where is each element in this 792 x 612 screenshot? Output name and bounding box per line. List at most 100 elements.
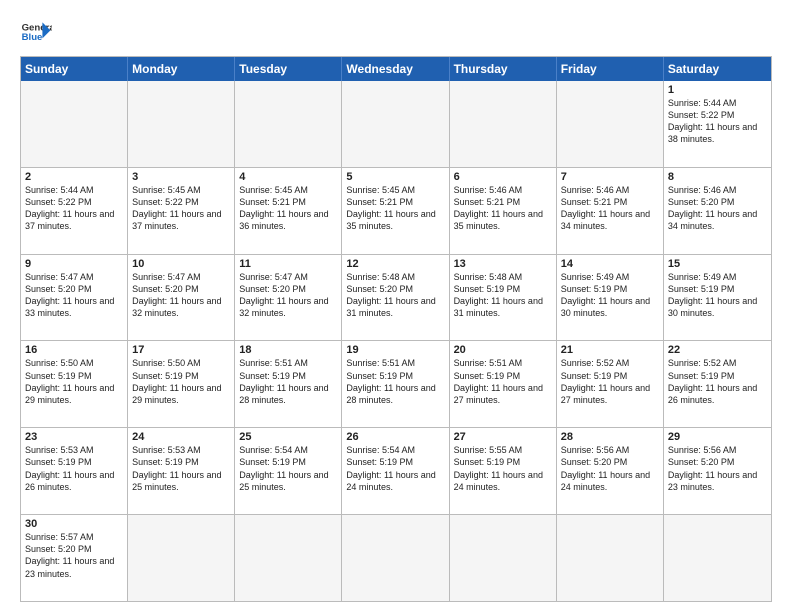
calendar-cell-day-19: 19Sunrise: 5:51 AM Sunset: 5:19 PM Dayli… xyxy=(342,341,449,427)
calendar-cell-day-9: 9Sunrise: 5:47 AM Sunset: 5:20 PM Daylig… xyxy=(21,255,128,341)
cell-info: Sunrise: 5:54 AM Sunset: 5:19 PM Dayligh… xyxy=(239,444,337,493)
calendar-cell-day-1: 1Sunrise: 5:44 AM Sunset: 5:22 PM Daylig… xyxy=(664,81,771,167)
weekday-header-sunday: Sunday xyxy=(21,57,128,81)
day-number: 23 xyxy=(25,431,123,443)
calendar-cell-day-3: 3Sunrise: 5:45 AM Sunset: 5:22 PM Daylig… xyxy=(128,168,235,254)
day-number: 6 xyxy=(454,171,552,183)
day-number: 13 xyxy=(454,258,552,270)
page: General Blue SundayMondayTuesdayWednesda… xyxy=(0,0,792,612)
day-number: 19 xyxy=(346,344,444,356)
day-number: 28 xyxy=(561,431,659,443)
calendar-cell-empty xyxy=(342,81,449,167)
header: General Blue xyxy=(20,16,772,48)
calendar-cell-day-12: 12Sunrise: 5:48 AM Sunset: 5:20 PM Dayli… xyxy=(342,255,449,341)
calendar-cell-empty xyxy=(557,515,664,601)
cell-info: Sunrise: 5:51 AM Sunset: 5:19 PM Dayligh… xyxy=(239,357,337,406)
cell-info: Sunrise: 5:48 AM Sunset: 5:19 PM Dayligh… xyxy=(454,271,552,320)
cell-info: Sunrise: 5:54 AM Sunset: 5:19 PM Dayligh… xyxy=(346,444,444,493)
calendar-cell-day-17: 17Sunrise: 5:50 AM Sunset: 5:19 PM Dayli… xyxy=(128,341,235,427)
calendar-cell-day-29: 29Sunrise: 5:56 AM Sunset: 5:20 PM Dayli… xyxy=(664,428,771,514)
cell-info: Sunrise: 5:49 AM Sunset: 5:19 PM Dayligh… xyxy=(561,271,659,320)
weekday-header-wednesday: Wednesday xyxy=(342,57,449,81)
day-number: 20 xyxy=(454,344,552,356)
calendar-row-3: 16 Sunrise: 5:50 AM Sunset: 5:19 PM Dayli… xyxy=(21,340,771,427)
calendar-cell-day-7: 7Sunrise: 5:46 AM Sunset: 5:21 PM Daylig… xyxy=(557,168,664,254)
weekday-header-thursday: Thursday xyxy=(450,57,557,81)
calendar-cell-day-16: 16Sunrise: 5:50 AM Sunset: 5:19 PM Dayli… xyxy=(21,341,128,427)
cell-info: Sunrise: 5:55 AM Sunset: 5:19 PM Dayligh… xyxy=(454,444,552,493)
calendar-header: SundayMondayTuesdayWednesdayThursdayFrid… xyxy=(21,57,771,81)
cell-info: Sunrise: 5:46 AM Sunset: 5:20 PM Dayligh… xyxy=(668,184,767,233)
day-number: 17 xyxy=(132,344,230,356)
day-number: 18 xyxy=(239,344,337,356)
calendar-cell-day-20: 20Sunrise: 5:51 AM Sunset: 5:19 PM Dayli… xyxy=(450,341,557,427)
calendar-row-4: 23Sunrise: 5:53 AM Sunset: 5:19 PM Dayli… xyxy=(21,427,771,514)
calendar-cell-day-23: 23Sunrise: 5:53 AM Sunset: 5:19 PM Dayli… xyxy=(21,428,128,514)
calendar-row-0: 1Sunrise: 5:44 AM Sunset: 5:22 PM Daylig… xyxy=(21,81,771,167)
cell-info: Sunrise: 5:49 AM Sunset: 5:19 PM Dayligh… xyxy=(668,271,767,320)
weekday-header-tuesday: Tuesday xyxy=(235,57,342,81)
calendar-body: 1Sunrise: 5:44 AM Sunset: 5:22 PM Daylig… xyxy=(21,81,771,601)
cell-info: Sunrise: 5:52 AM Sunset: 5:19 PM Dayligh… xyxy=(668,357,767,406)
cell-info: Sunrise: 5:47 AM Sunset: 5:20 PM Dayligh… xyxy=(239,271,337,320)
cell-info: Sunrise: 5:46 AM Sunset: 5:21 PM Dayligh… xyxy=(561,184,659,233)
day-number: 3 xyxy=(132,171,230,183)
calendar: SundayMondayTuesdayWednesdayThursdayFrid… xyxy=(20,56,772,602)
calendar-cell-day-15: 15Sunrise: 5:49 AM Sunset: 5:19 PM Dayli… xyxy=(664,255,771,341)
calendar-cell-day-21: 21Sunrise: 5:52 AM Sunset: 5:19 PM Dayli… xyxy=(557,341,664,427)
day-number: 27 xyxy=(454,431,552,443)
calendar-cell-day-10: 10Sunrise: 5:47 AM Sunset: 5:20 PM Dayli… xyxy=(128,255,235,341)
calendar-cell-day-8: 8Sunrise: 5:46 AM Sunset: 5:20 PM Daylig… xyxy=(664,168,771,254)
day-number: 26 xyxy=(346,431,444,443)
day-number: 12 xyxy=(346,258,444,270)
calendar-cell-day-25: 25Sunrise: 5:54 AM Sunset: 5:19 PM Dayli… xyxy=(235,428,342,514)
cell-info: Sunrise: 5:44 AM Sunset: 5:22 PM Dayligh… xyxy=(25,184,123,233)
calendar-cell-empty xyxy=(450,515,557,601)
calendar-cell-empty xyxy=(450,81,557,167)
day-number: 8 xyxy=(668,171,767,183)
day-number: 29 xyxy=(668,431,767,443)
day-number: 10 xyxy=(132,258,230,270)
cell-info: Sunrise: 5:56 AM Sunset: 5:20 PM Dayligh… xyxy=(668,444,767,493)
calendar-cell-day-30: 30Sunrise: 5:57 AM Sunset: 5:20 PM Dayli… xyxy=(21,515,128,601)
calendar-cell-day-5: 5Sunrise: 5:45 AM Sunset: 5:21 PM Daylig… xyxy=(342,168,449,254)
cell-info: Sunrise: 5:57 AM Sunset: 5:20 PM Dayligh… xyxy=(25,531,123,580)
logo-icon: General Blue xyxy=(20,16,52,48)
calendar-cell-empty xyxy=(128,81,235,167)
calendar-row-2: 9Sunrise: 5:47 AM Sunset: 5:20 PM Daylig… xyxy=(21,254,771,341)
calendar-cell-day-18: 18Sunrise: 5:51 AM Sunset: 5:19 PM Dayli… xyxy=(235,341,342,427)
cell-info: Sunrise: 5:45 AM Sunset: 5:21 PM Dayligh… xyxy=(239,184,337,233)
calendar-cell-empty xyxy=(557,81,664,167)
calendar-cell-day-28: 28Sunrise: 5:56 AM Sunset: 5:20 PM Dayli… xyxy=(557,428,664,514)
day-number: 14 xyxy=(561,258,659,270)
cell-info: Sunrise: 5:47 AM Sunset: 5:20 PM Dayligh… xyxy=(132,271,230,320)
day-number: 4 xyxy=(239,171,337,183)
weekday-header-saturday: Saturday xyxy=(664,57,771,81)
day-number: 5 xyxy=(346,171,444,183)
calendar-cell-day-6: 6Sunrise: 5:46 AM Sunset: 5:21 PM Daylig… xyxy=(450,168,557,254)
weekday-header-friday: Friday xyxy=(557,57,664,81)
calendar-row-5: 30Sunrise: 5:57 AM Sunset: 5:20 PM Dayli… xyxy=(21,514,771,601)
cell-info: Sunrise: 5:46 AM Sunset: 5:21 PM Dayligh… xyxy=(454,184,552,233)
calendar-cell-day-2: 2Sunrise: 5:44 AM Sunset: 5:22 PM Daylig… xyxy=(21,168,128,254)
calendar-cell-empty xyxy=(128,515,235,601)
calendar-cell-empty xyxy=(235,515,342,601)
day-number: 7 xyxy=(561,171,659,183)
calendar-cell-empty xyxy=(235,81,342,167)
calendar-cell-day-27: 27Sunrise: 5:55 AM Sunset: 5:19 PM Dayli… xyxy=(450,428,557,514)
cell-info: Sunrise: 5:45 AM Sunset: 5:21 PM Dayligh… xyxy=(346,184,444,233)
day-number: 2 xyxy=(25,171,123,183)
day-number: 16 xyxy=(25,344,123,356)
logo: General Blue xyxy=(20,16,52,48)
calendar-cell-day-14: 14Sunrise: 5:49 AM Sunset: 5:19 PM Dayli… xyxy=(557,255,664,341)
cell-info: Sunrise: 5:53 AM Sunset: 5:19 PM Dayligh… xyxy=(25,444,123,493)
cell-info: Sunrise: 5:50 AM Sunset: 5:19 PM Dayligh… xyxy=(132,357,230,406)
cell-info: Sunrise: 5:51 AM Sunset: 5:19 PM Dayligh… xyxy=(346,357,444,406)
cell-info: Sunrise: 5:53 AM Sunset: 5:19 PM Dayligh… xyxy=(132,444,230,493)
day-number: 11 xyxy=(239,258,337,270)
day-number: 30 xyxy=(25,518,123,530)
svg-text:Blue: Blue xyxy=(22,32,43,43)
calendar-cell-day-13: 13Sunrise: 5:48 AM Sunset: 5:19 PM Dayli… xyxy=(450,255,557,341)
cell-info: Sunrise: 5:45 AM Sunset: 5:22 PM Dayligh… xyxy=(132,184,230,233)
cell-info: Sunrise: 5:47 AM Sunset: 5:20 PM Dayligh… xyxy=(25,271,123,320)
